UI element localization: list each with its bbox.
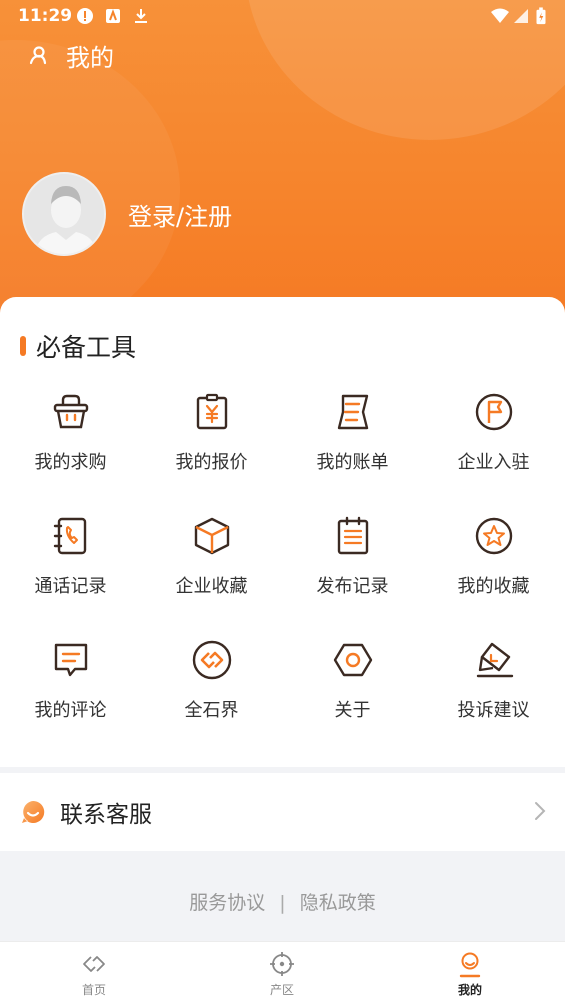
contact-service-row[interactable]: 联系客服 [0,773,565,851]
quote-icon [196,393,227,430]
comment-icon [54,643,87,677]
tool-quanshijie[interactable]: 全石界 [141,638,282,722]
customer-service-icon [22,800,45,823]
tool-enterprise-entry[interactable]: 企业入驻 [423,390,564,474]
signal-icon [514,9,528,23]
star-icon [475,517,512,555]
tool-my-comments[interactable]: 我的评论 [0,638,141,722]
tool-my-favorites[interactable]: 我的收藏 [423,514,564,598]
default-avatar-icon [24,174,104,254]
flag-icon [475,393,512,431]
battery-icon [536,7,546,25]
phone-book-icon [53,517,86,555]
link-icon [192,640,231,680]
user-icon [29,46,47,65]
tool-label: 我的报价 [175,452,248,473]
tool-label: 投诉建议 [457,700,530,721]
basket-icon [53,394,88,429]
bill-icon [337,394,368,430]
tool-label: 关于 [334,700,371,721]
footer-links: 服务协议 | 隐私政策 [0,888,565,915]
tool-label: 我的账单 [316,452,389,473]
tool-complaints[interactable]: 投诉建议 [423,638,564,722]
tab-mine[interactable]: 我的 [410,950,530,998]
contact-service-label: 联系客服 [60,802,152,828]
tool-label: 我的求购 [34,452,107,473]
tab-home[interactable]: 首页 [34,950,154,998]
page-title: 我的 [66,43,114,72]
status-bar: 11:29 [0,0,565,32]
tool-label: 我的评论 [34,700,107,721]
profile-section[interactable]: 登录/注册 [22,172,232,256]
box-icon [194,517,229,555]
tools-section-header: 必备工具 [20,331,137,362]
tab-region[interactable]: 产区 [222,950,342,998]
tool-my-quote[interactable]: 我的报价 [141,390,282,474]
app-notification-icon [106,9,120,23]
crosshair-icon [270,952,294,976]
edit-icon [476,642,513,678]
link-separator: | [279,892,286,914]
alert-icon [77,8,93,24]
chevron-right-icon [535,802,546,820]
privacy-policy-link[interactable]: 隐私政策 [300,892,376,914]
tool-call-records[interactable]: 通话记录 [0,514,141,598]
section-accent-bar [20,336,26,356]
tool-about[interactable]: 关于 [282,638,423,722]
home-icon [83,956,105,972]
bottom-tab-bar: 首页 产区 我的 [0,941,565,1004]
profile-icon [459,952,481,978]
clipboard-icon [337,516,368,555]
tool-label: 我的收藏 [457,576,530,597]
wifi-icon [491,8,509,23]
tool-label: 全石界 [184,700,239,721]
tool-label: 企业收藏 [175,576,248,597]
tab-label: 我的 [457,983,482,997]
download-icon [135,9,147,23]
tool-label: 通话记录 [34,576,107,597]
title-bar: 我的 [28,38,114,72]
tool-label: 发布记录 [316,576,389,597]
login-register-link[interactable]: 登录/注册 [128,197,232,232]
tool-my-bill[interactable]: 我的账单 [282,390,423,474]
section-title: 必备工具 [36,333,137,362]
tool-label: 企业入驻 [457,452,530,473]
status-time: 11:29 [18,6,73,26]
service-agreement-link[interactable]: 服务协议 [189,892,265,914]
tab-label: 首页 [81,983,106,997]
tab-label: 产区 [269,983,294,997]
tool-enterprise-favorites[interactable]: 企业收藏 [141,514,282,598]
avatar[interactable] [22,172,106,256]
tool-publish-records[interactable]: 发布记录 [282,514,423,598]
tool-my-purchase[interactable]: 我的求购 [0,390,141,474]
hexagon-icon [333,643,372,677]
